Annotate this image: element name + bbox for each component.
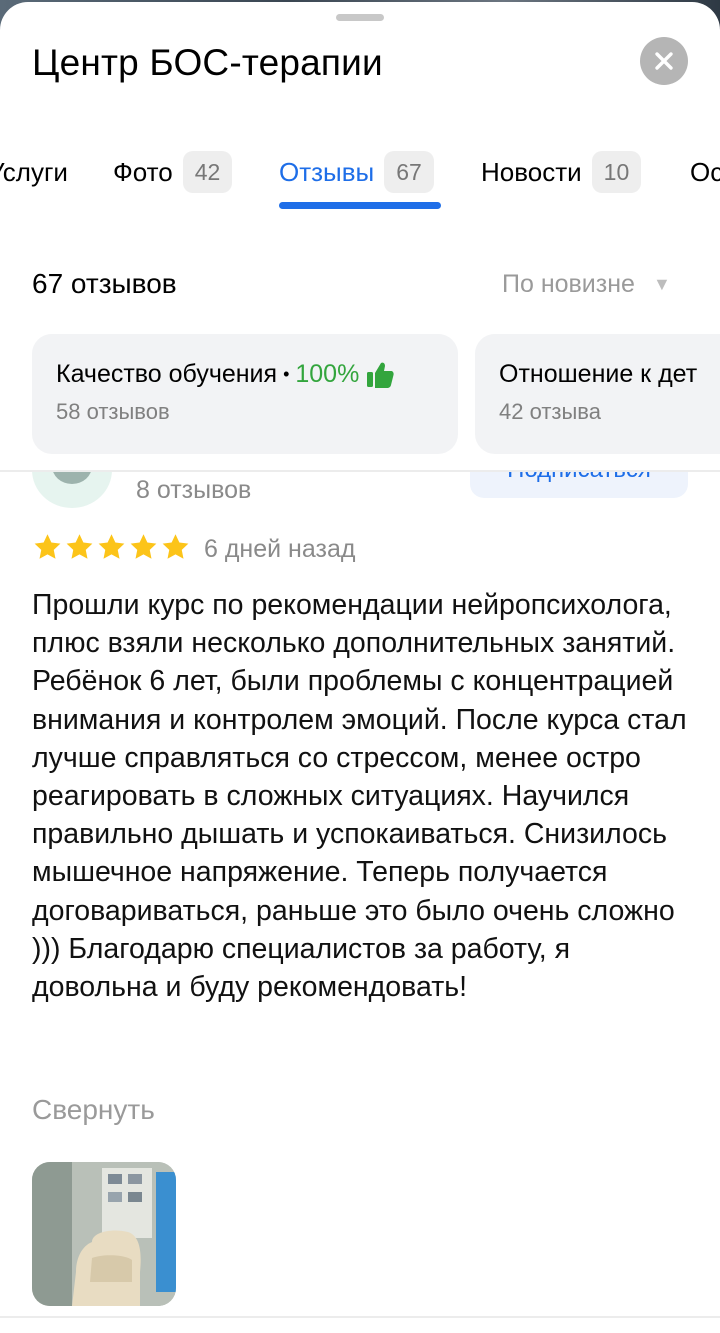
review-text: Прошли курс по рекомендации нейропсихоло… — [32, 589, 687, 1004]
active-tab-indicator — [279, 202, 441, 209]
bottom-sheet: Центр БОС-терапии Услуги Фото 42 Отзывы … — [0, 2, 720, 1333]
aspect-card-teaching-quality-overlay[interactable]: Качество обучения • 100% 58 отзывов — [32, 334, 458, 454]
reviews-count: 67 отзывов — [32, 268, 177, 299]
aspect-review-count: 42 отзыва — [499, 399, 601, 424]
caret-down-icon: ▼ — [652, 274, 671, 294]
tab-label: Фото — [113, 156, 173, 187]
tab-overview[interactable]: Ос — [690, 144, 720, 200]
aspect-title: Качество обучения • 100% — [56, 360, 434, 389]
sort-dropdown[interactable]: По новизне ▼ — [502, 270, 671, 299]
close-icon — [655, 52, 673, 70]
close-button[interactable] — [640, 37, 688, 85]
tab-photos[interactable]: Фото 42 — [113, 144, 233, 200]
aspect-separator: • — [283, 364, 290, 384]
tab-label: Услуги — [0, 156, 68, 187]
aspect-card-attitude-overlay[interactable]: Отношение к дет 42 отзыва — [475, 334, 720, 454]
review-date: 6 дней назад — [204, 535, 356, 563]
star-rating — [32, 532, 192, 562]
star-icon — [130, 534, 157, 559]
tab-label: Отзывы — [279, 156, 375, 187]
collapse-link[interactable]: Свернуть — [32, 1094, 155, 1126]
section-divider — [0, 1316, 720, 1318]
star-icon — [98, 534, 125, 559]
aspect-title: Отношение к дет — [499, 360, 720, 389]
star-icon — [66, 534, 93, 559]
tab-label: Ос — [690, 156, 720, 187]
star-icon — [162, 534, 189, 559]
tab-count-badge: 10 — [591, 151, 642, 193]
tab-count-badge: 42 — [182, 151, 233, 193]
aspect-name: Отношение к дет — [499, 360, 698, 388]
author-review-count: 8 отзывов — [136, 476, 252, 504]
tab-label: Новости — [481, 156, 582, 187]
review-photo[interactable] — [32, 1162, 176, 1306]
tab-services[interactable]: Услуги — [0, 144, 68, 200]
sort-label: По новизне — [502, 270, 635, 298]
tab-news[interactable]: Новости 10 — [481, 144, 642, 200]
aspect-name: Качество обучения — [56, 360, 278, 388]
star-icon — [34, 534, 61, 559]
photo-thumbnail — [32, 1162, 176, 1306]
header-divider — [0, 470, 720, 472]
aspect-review-count: 58 отзывов — [56, 399, 170, 424]
aspect-percent: 100% — [295, 360, 360, 388]
page-title: Центр БОС-терапии — [32, 42, 383, 83]
thumbs-up-icon — [367, 362, 394, 388]
sheet-grabber[interactable] — [336, 14, 384, 21]
tab-count-badge: 67 — [384, 151, 434, 193]
tab-bar: Услуги Фото 42 Отзывы 67 Новости 10 Ос — [0, 144, 720, 214]
tab-reviews[interactable]: Отзывы 67 — [279, 144, 434, 200]
